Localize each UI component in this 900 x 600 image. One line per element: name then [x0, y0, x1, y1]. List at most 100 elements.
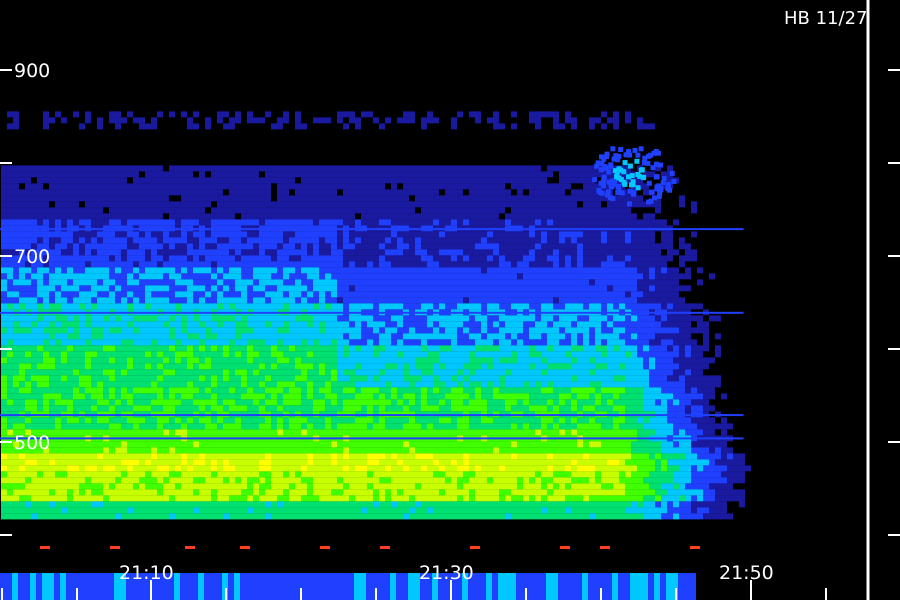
heatmap-cell: [133, 153, 139, 160]
heatmap-cell: [379, 243, 385, 250]
heatmap-cell: [67, 117, 73, 124]
heatmap-cell: [337, 189, 343, 196]
heatmap-cell: [379, 339, 385, 346]
heatmap-cell: [385, 321, 391, 328]
heatmap-cell: [283, 315, 289, 322]
heatmap-cell: [655, 237, 661, 244]
heatmap-cell: [355, 297, 361, 304]
heatmap-cell: [619, 135, 625, 142]
heatmap-cell: [193, 243, 199, 250]
heatmap-cell: [325, 183, 331, 190]
heatmap-cell: [391, 165, 397, 172]
heatmap-cell: [697, 333, 703, 340]
heatmap-cell: [403, 171, 409, 178]
heatmap-cell: [37, 111, 43, 118]
heatmap-cell: [799, 147, 805, 154]
heatmap-cell: [235, 345, 241, 352]
heatmap-cell: [121, 357, 127, 364]
heatmap-cell: [583, 147, 589, 154]
heatmap-cell: [769, 285, 775, 292]
heatmap-cell: [157, 195, 163, 202]
heatmap-cell: [73, 243, 79, 250]
heatmap-cell: [523, 117, 529, 124]
heatmap-cell: [67, 111, 73, 118]
heatmap-cell: [451, 255, 457, 262]
heatmap-cell: [493, 261, 499, 268]
heatmap-cell: [139, 231, 145, 238]
heatmap-cell: [157, 321, 163, 328]
heatmap-cell: [319, 351, 325, 358]
heatmap-cell: [667, 201, 673, 208]
heatmap-cell: [163, 237, 169, 244]
heatmap-cell: [505, 141, 511, 148]
heatmap-cell: [265, 165, 271, 172]
heatmap-cell: [559, 219, 565, 226]
heatmap-cell: [481, 345, 487, 352]
heatmap-cell: [217, 117, 223, 124]
heatmap-cell: [547, 273, 553, 280]
heatmap-cell: [19, 207, 25, 214]
heatmap-cell: [355, 147, 361, 154]
heatmap-cell: [337, 297, 343, 304]
heatmap-cell: [541, 249, 547, 256]
heatmap-cell: [409, 261, 415, 268]
heatmap-cell: [343, 147, 349, 154]
heatmap-cell: [13, 273, 19, 280]
heatmap-cell: [601, 291, 607, 298]
heatmap-cell: [31, 303, 37, 310]
heatmap-cell: [121, 351, 127, 358]
heatmap-cell: [451, 321, 457, 328]
heatmap-cell: [97, 339, 103, 346]
heatmap-cell: [1, 273, 7, 280]
heatmap-cell: [319, 165, 325, 172]
heatmap-cell: [61, 105, 67, 112]
heatmap-cell: [295, 273, 301, 280]
heatmap-cell: [547, 165, 553, 172]
heatmap-cell: [91, 321, 97, 328]
heatmap-cell: [403, 327, 409, 334]
heatmap-cell: [733, 303, 739, 310]
heatmap-cell: [73, 165, 79, 172]
heatmap-cell: [361, 189, 367, 196]
heatmap-cell: [295, 201, 301, 208]
heatmap-cell: [361, 123, 367, 130]
heatmap-cell: [325, 267, 331, 274]
heatmap-cell: [31, 147, 37, 154]
heatmap-cell: [415, 285, 421, 292]
heatmap-cell: [709, 297, 715, 304]
heatmap-cell: [367, 147, 373, 154]
heatmap-cell: [703, 303, 709, 310]
heatmap-cell: [409, 315, 415, 322]
heatmap-cell: [145, 237, 151, 244]
heatmap-cell: [559, 141, 565, 148]
heatmap-cell: [175, 165, 181, 172]
heatmap-cell: [79, 279, 85, 286]
heatmap-cell: [55, 261, 61, 268]
heatmap-cell: [571, 339, 577, 346]
heatmap-cell: [307, 219, 313, 226]
heatmap-cell: [379, 261, 385, 268]
heatmap-cell: [583, 255, 589, 262]
heatmap-cell: [313, 117, 319, 124]
heatmap-cell: [643, 237, 649, 244]
heatmap-cell: [223, 165, 229, 172]
heatmap-cell: [139, 219, 145, 226]
heatmap-cell: [211, 201, 217, 208]
heatmap-cell: [253, 189, 259, 196]
heatmap-cell: [85, 339, 91, 346]
heatmap-cell: [13, 189, 19, 196]
heatmap-cell: [535, 213, 541, 220]
heatmap-cell: [409, 339, 415, 346]
heatmap-cell: [223, 279, 229, 286]
heatmap-cell: [163, 297, 169, 304]
heatmap-cell: [187, 189, 193, 196]
heatmap-cell: [79, 273, 85, 280]
heatmap-cell: [121, 111, 127, 118]
heatmap-cell: [433, 135, 439, 142]
heatmap-cell: [601, 87, 607, 94]
heatmap-cell: [301, 261, 307, 268]
heatmap-cell: [673, 297, 679, 304]
heatmap-cell: [187, 171, 193, 178]
heatmap-cell: [667, 297, 673, 304]
heatmap-cell: [55, 339, 61, 346]
